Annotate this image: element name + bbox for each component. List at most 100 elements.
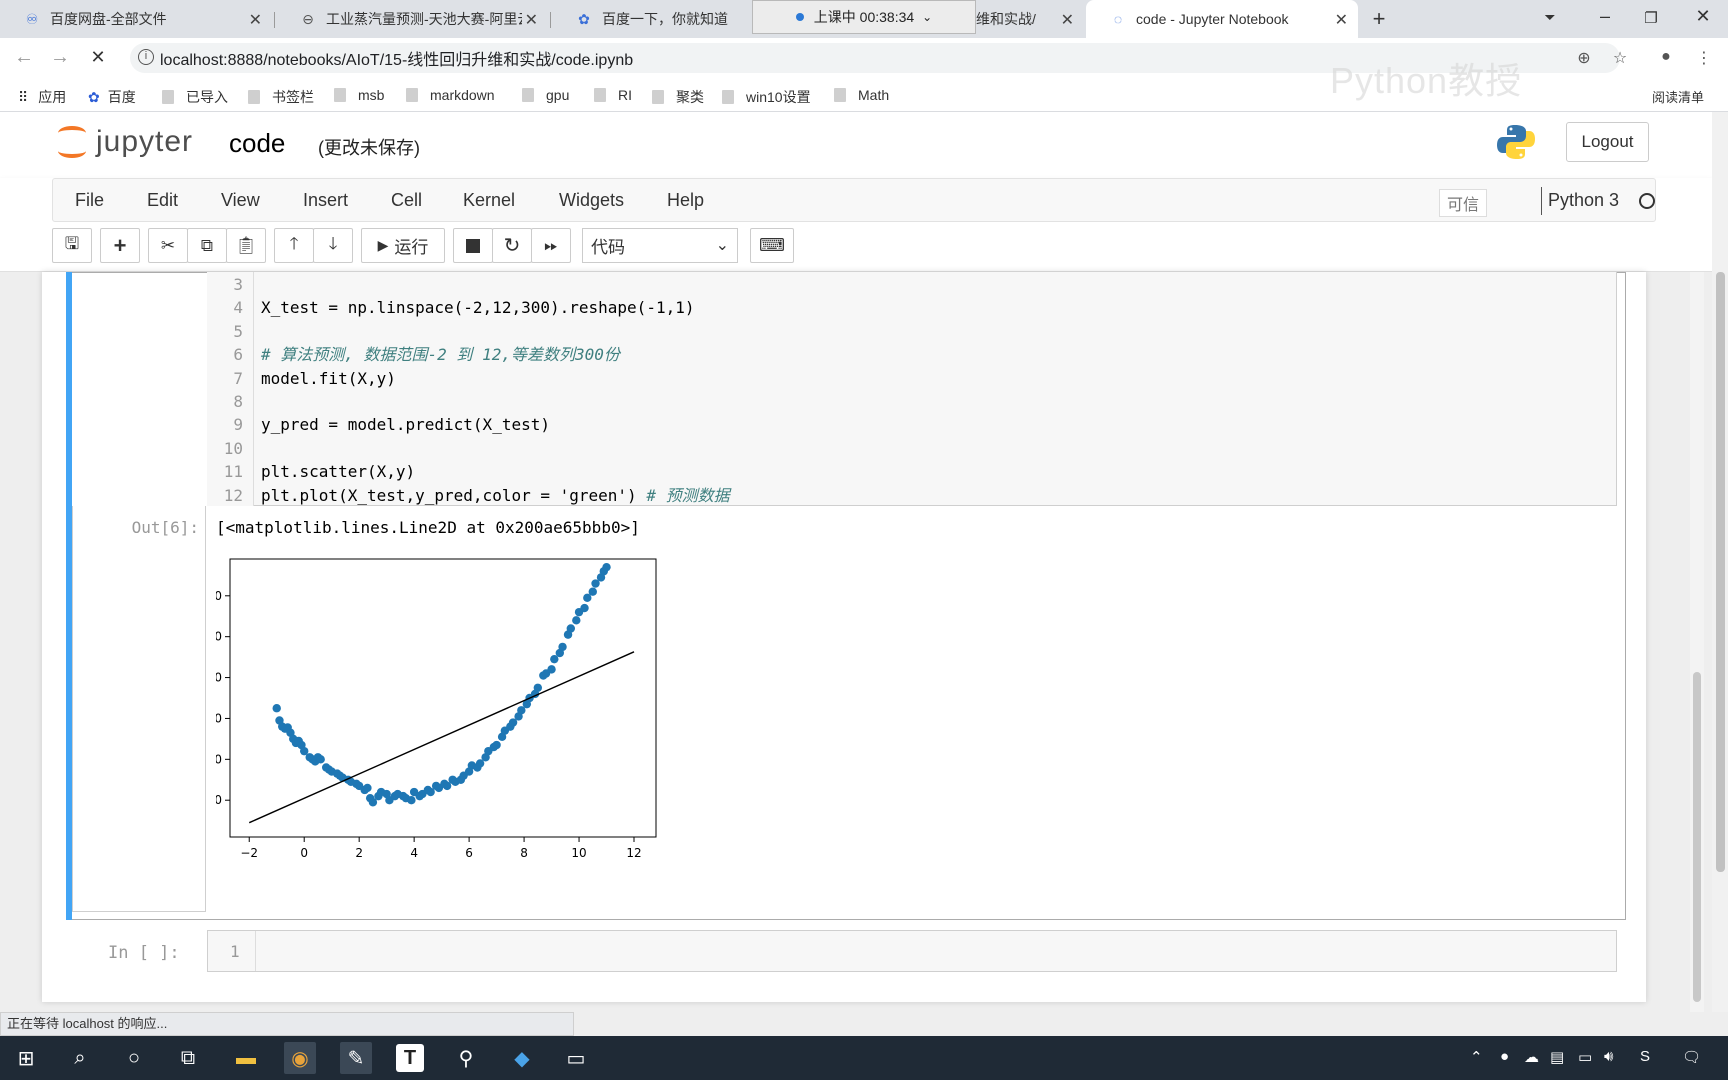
insert-cell-button[interactable]: +	[100, 228, 140, 263]
restore-button[interactable]: ❐	[1636, 9, 1666, 27]
move-down-button[interactable]: 🡓	[313, 228, 353, 263]
notebook-name[interactable]: code	[229, 128, 285, 159]
app-icon[interactable]: ⚲	[450, 1042, 482, 1074]
folder-icon	[594, 88, 606, 102]
zoom-icon[interactable]: ⊕	[1572, 48, 1596, 68]
network-icon[interactable]: ▭	[1578, 1048, 1592, 1066]
tab-tianchi[interactable]: ⊖ 工业蒸汽量预测-天池大赛-阿里云 ✕	[276, 0, 548, 38]
move-up-button[interactable]: 🡑	[274, 228, 314, 263]
input-method-icon[interactable]: S	[1640, 1048, 1650, 1065]
tab-baidu[interactable]: ✿ 百度一下，你就知道	[552, 0, 752, 38]
out-prompt: Out[6]:	[131, 518, 199, 537]
bookmark-ri[interactable]: RI	[594, 87, 632, 103]
stop-loading-button[interactable]: ✕	[86, 47, 110, 68]
forward-button[interactable]: →	[48, 46, 72, 69]
tab-jupyter[interactable]: ◌ code - Jupyter Notebook ✕	[1086, 0, 1358, 38]
menu-kernel[interactable]: Kernel	[463, 190, 515, 211]
tab-search-icon[interactable]: ⏷	[1535, 9, 1565, 26]
empty-code-cell[interactable]: 1	[207, 930, 1617, 972]
bookmark-cluster[interactable]: 聚类	[652, 87, 704, 107]
chevron-down-icon: ⌄	[922, 10, 933, 24]
window-icon[interactable]: ▭	[560, 1042, 592, 1074]
tab-divider	[550, 12, 551, 28]
volume-icon[interactable]: 🔊︎	[1604, 1048, 1613, 1065]
back-button[interactable]: ←	[12, 46, 36, 69]
task-view-icon[interactable]: ⧉	[172, 1042, 204, 1074]
copy-button[interactable]: ⧉	[187, 228, 227, 263]
apps-grid-icon: ⠿	[18, 88, 29, 105]
folder-icon	[522, 88, 534, 102]
notebook-scrollbar[interactable]	[1690, 272, 1704, 1012]
notifications-icon[interactable]: 🗨︎	[1682, 1048, 1701, 1066]
close-tab-icon[interactable]: ✕	[525, 10, 538, 30]
kernel-name[interactable]: Python 3	[1548, 190, 1619, 211]
bookmark-bar-folder[interactable]: 书签栏	[248, 87, 314, 107]
command-palette-button[interactable]: ⌨	[750, 228, 794, 263]
tray-app-icon[interactable]: ●	[1500, 1048, 1509, 1065]
y-tick-label: 20	[216, 711, 222, 725]
cut-button[interactable]: ✂	[148, 228, 188, 263]
logout-button[interactable]: Logout	[1566, 122, 1649, 162]
tab-baidu-pan[interactable]: ♾ 百度网盘-全部文件 ✕	[0, 0, 272, 38]
minimize-button[interactable]: –	[1590, 6, 1620, 27]
y-tick-label: 50	[216, 589, 222, 603]
menu-insert[interactable]: Insert	[303, 190, 348, 211]
video-app-icon[interactable]: ◆	[506, 1042, 538, 1074]
bookmark-label: msb	[358, 87, 385, 103]
browser-menu-icon[interactable]: ⋮	[1692, 48, 1716, 68]
cell-type-select[interactable]: 代码 ⌄	[582, 228, 738, 263]
menu-edit[interactable]: Edit	[147, 190, 178, 211]
page-scrollbar-thumb[interactable]	[1716, 272, 1725, 872]
menu-view[interactable]: View	[221, 190, 260, 211]
cortana-icon[interactable]: ○	[118, 1042, 150, 1074]
restart-run-all-button[interactable]: ⏩︎	[531, 228, 571, 263]
close-window-button[interactable]: ✕	[1688, 6, 1718, 27]
close-tab-icon[interactable]: ✕	[1061, 10, 1074, 30]
tab-partial[interactable]: 维和实战/ ✕	[976, 0, 1082, 38]
tab-divider	[274, 12, 275, 28]
site-info-icon[interactable]: i	[138, 49, 154, 65]
plot-frame	[229, 558, 657, 838]
restart-button[interactable]: ↻	[492, 228, 532, 263]
paste-button[interactable]: 📋︎	[226, 228, 266, 263]
menu-file[interactable]: File	[75, 190, 104, 211]
chrome-icon[interactable]: ◉	[284, 1042, 316, 1074]
notebook-scrollbar-thumb[interactable]	[1693, 672, 1701, 1002]
close-tab-icon[interactable]: ✕	[1335, 10, 1348, 30]
refresh-icon: ↻	[503, 235, 521, 257]
bookmark-apps[interactable]: ⠿ 应用	[18, 87, 66, 107]
jupyter-logo[interactable]: jupyter	[56, 122, 193, 162]
y-tick-label: 30	[216, 671, 222, 685]
typora-icon[interactable]: T	[396, 1044, 424, 1072]
bookmark-baidu[interactable]: ✿ 百度	[88, 87, 136, 107]
windows-start-icon[interactable]: ⊞	[10, 1042, 42, 1074]
menu-widgets[interactable]: Widgets	[559, 190, 624, 211]
output-prompt-area: Out[6]:	[72, 506, 206, 912]
browser-tab-strip: ♾ 百度网盘-全部文件 ✕ ⊖ 工业蒸汽量预测-天池大赛-阿里云 ✕ ✿ 百度一…	[0, 0, 1728, 38]
bookmark-markdown[interactable]: markdown	[406, 87, 495, 103]
run-button[interactable]: ▶ 运行	[361, 228, 445, 263]
save-button[interactable]: 🖫	[52, 228, 92, 263]
bookmark-msb[interactable]: msb	[334, 87, 384, 103]
reading-list[interactable]: 阅读清单	[1652, 87, 1704, 106]
trusted-badge[interactable]: 可信	[1439, 189, 1487, 217]
onedrive-icon[interactable]: ☁	[1524, 1048, 1539, 1066]
tray-device-icon[interactable]: ▤	[1550, 1048, 1564, 1066]
bookmark-win10[interactable]: win10设置	[722, 87, 811, 107]
menu-cell[interactable]: Cell	[391, 190, 422, 211]
bookmark-gpu[interactable]: gpu	[522, 87, 569, 103]
x-tick-label: 12	[626, 846, 641, 860]
bookmark-star-icon[interactable]: ☆	[1608, 48, 1632, 68]
new-tab-button[interactable]: +	[1364, 6, 1394, 32]
snipping-tool-icon[interactable]: ✎	[340, 1042, 372, 1074]
profile-avatar[interactable]: ●	[1654, 48, 1678, 66]
show-hidden-icons[interactable]: ⌃	[1470, 1048, 1483, 1066]
bookmark-math[interactable]: Math	[834, 87, 889, 103]
class-timer[interactable]: 上课中 00:38:34 ⌄	[752, 0, 976, 34]
interrupt-button[interactable]	[453, 228, 493, 263]
file-explorer-icon[interactable]: ▬	[230, 1042, 262, 1074]
search-icon[interactable]: ⌕	[64, 1042, 96, 1074]
close-tab-icon[interactable]: ✕	[249, 10, 262, 30]
bookmark-imported[interactable]: 已导入	[162, 87, 228, 107]
menu-help[interactable]: Help	[667, 190, 704, 211]
